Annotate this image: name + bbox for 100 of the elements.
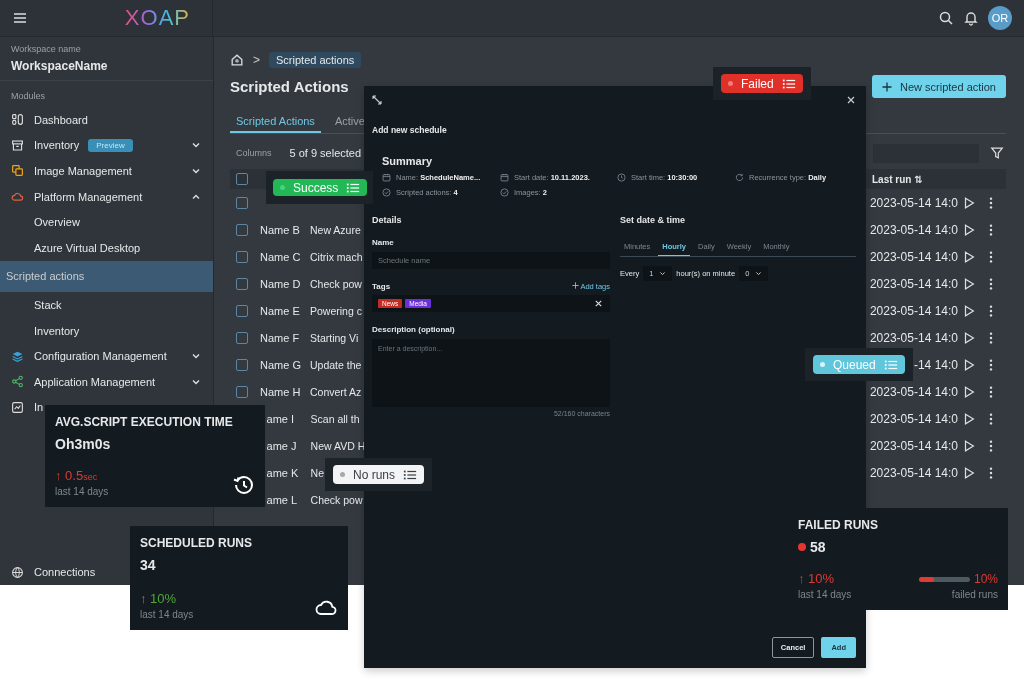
columns-dropdown[interactable]: 5 of 9 selected — [289, 147, 362, 159]
table-cell-text: Name B — [260, 223, 301, 236]
new-scripted-action-button[interactable]: New scripted action — [872, 75, 1006, 98]
play-icon[interactable] — [962, 384, 976, 399]
table-cell-text: ame I — [265, 412, 296, 425]
status-dot — [340, 472, 345, 477]
checkbox[interactable] — [236, 358, 248, 371]
nav-label: Connections — [34, 566, 96, 579]
breadcrumb-current[interactable]: Scripted actions — [269, 52, 362, 68]
field-label: Tags — [372, 282, 391, 291]
sidebar-subitem[interactable]: Azure Virtual Desktop — [0, 234, 213, 261]
sidebar-subitem[interactable]: Stack — [0, 292, 213, 318]
table-cell-text: Name D — [260, 277, 302, 290]
table-cell: 2023-05-14 14:0 — [869, 465, 958, 480]
play-icon[interactable] — [962, 249, 976, 264]
sidebar-subitem[interactable]: Overview — [0, 209, 213, 235]
card-value: 58 — [810, 539, 826, 555]
table-cell-text: Name C — [260, 250, 302, 263]
dashboard-icon — [11, 113, 24, 127]
sidebar-item[interactable]: Inventory Preview — [0, 132, 213, 159]
checkbox[interactable] — [236, 250, 248, 263]
sidebar-item[interactable]: Application Management — [0, 368, 213, 395]
sidebar-item[interactable]: Image Management — [0, 158, 213, 184]
table-cell: 2023-05-14 14:0 — [869, 438, 958, 453]
archive-icon — [11, 138, 24, 152]
dialog-title: Add new schedule — [372, 125, 448, 135]
table-cell-text: ame J — [265, 439, 298, 452]
sidebar-item[interactable]: Configuration Management — [0, 343, 213, 369]
preview-badge: Preview — [88, 138, 133, 152]
field-label: Name — [372, 238, 395, 247]
nav-label: Application Management — [34, 375, 156, 388]
chart-icon — [11, 400, 24, 414]
nav-label: Platform Management — [34, 190, 143, 203]
table-cell: 2023-05-14 14:0 — [869, 330, 958, 345]
chevron-icon[interactable] — [191, 166, 201, 176]
calendar-icon — [382, 173, 391, 182]
status-label: Queued — [833, 357, 876, 372]
table-cell-text: Name G — [260, 358, 302, 371]
bell-icon[interactable] — [963, 10, 979, 26]
card-value: 34 — [140, 557, 156, 573]
play-icon[interactable] — [962, 195, 976, 210]
plus-icon — [571, 282, 579, 289]
chevron-icon — [659, 270, 667, 277]
table-cell: -14 14:0 — [913, 357, 958, 372]
checkbox[interactable] — [236, 173, 248, 185]
columns-label: Columns — [236, 148, 272, 158]
play-icon[interactable] — [962, 330, 976, 345]
play-icon[interactable] — [962, 303, 976, 318]
sidebar-subitem[interactable]: Inventory — [0, 317, 213, 344]
play-icon[interactable] — [962, 276, 976, 291]
status-badge[interactable]: No runs — [333, 465, 425, 484]
sidebar-item[interactable]: In — [0, 394, 44, 421]
workspace-name[interactable]: WorkspaceName — [11, 59, 202, 73]
filter-icon[interactable] — [990, 146, 1004, 160]
checkbox[interactable] — [236, 331, 248, 344]
checkbox[interactable] — [236, 196, 248, 209]
tab[interactable]: Scripted Actions — [230, 115, 321, 133]
status-dot — [280, 185, 285, 190]
checkbox[interactable] — [236, 385, 248, 398]
home-icon[interactable] — [230, 53, 244, 67]
status-badge[interactable]: Failed — [721, 74, 803, 93]
trend-value: ↑ 10% — [798, 571, 836, 586]
play-icon[interactable] — [962, 222, 976, 237]
column-header[interactable]: Last run ⇅ — [872, 173, 1006, 185]
status-label: No runs — [353, 467, 396, 482]
trend-value: ↑ 0.5sec — [55, 468, 99, 483]
play-icon[interactable] — [962, 411, 976, 426]
nav-label: In — [34, 401, 44, 414]
expand-icon[interactable] — [372, 95, 382, 105]
chevron-icon — [755, 270, 763, 277]
close-icon[interactable] — [846, 95, 856, 105]
play-icon[interactable] — [962, 357, 976, 372]
trend-value: ↑ 10% — [140, 591, 178, 606]
table-cell: Check pow — [310, 493, 363, 506]
sidebar-subitem[interactable]: Scripted actions — [0, 260, 213, 293]
meter-reading: 10% — [973, 572, 998, 586]
sidebar-item[interactable]: Dashboard — [0, 107, 88, 133]
table-cell: Citrix mach — [310, 250, 363, 263]
checkbox[interactable] — [236, 223, 248, 236]
table-cell: Check pow — [310, 277, 362, 290]
table-cell: 2023-05-14 14:0 — [869, 195, 958, 210]
search-icon[interactable] — [938, 10, 954, 26]
layers-icon — [11, 349, 24, 363]
sidebar-item[interactable]: Connections — [0, 559, 96, 585]
section-label: Modules — [10, 90, 47, 103]
nav-label: Dashboard — [34, 113, 88, 126]
checkbox[interactable] — [236, 277, 248, 290]
table-cell: Convert Az — [310, 385, 362, 398]
sidebar-item[interactable]: Platform Management — [0, 183, 213, 210]
checkbox[interactable] — [236, 304, 248, 317]
clear-icon[interactable] — [594, 299, 603, 308]
card-value: Oh3m0s — [55, 436, 111, 452]
menu-icon[interactable] — [12, 10, 28, 26]
globe-icon — [11, 565, 24, 579]
status-dot — [728, 81, 733, 86]
table-cell-text: Name F — [260, 331, 301, 344]
card-title: SCHEDULED RUNS — [140, 536, 253, 550]
play-icon[interactable] — [962, 438, 976, 453]
field-label: Description (optional) — [372, 325, 456, 334]
play-icon[interactable] — [962, 465, 976, 480]
